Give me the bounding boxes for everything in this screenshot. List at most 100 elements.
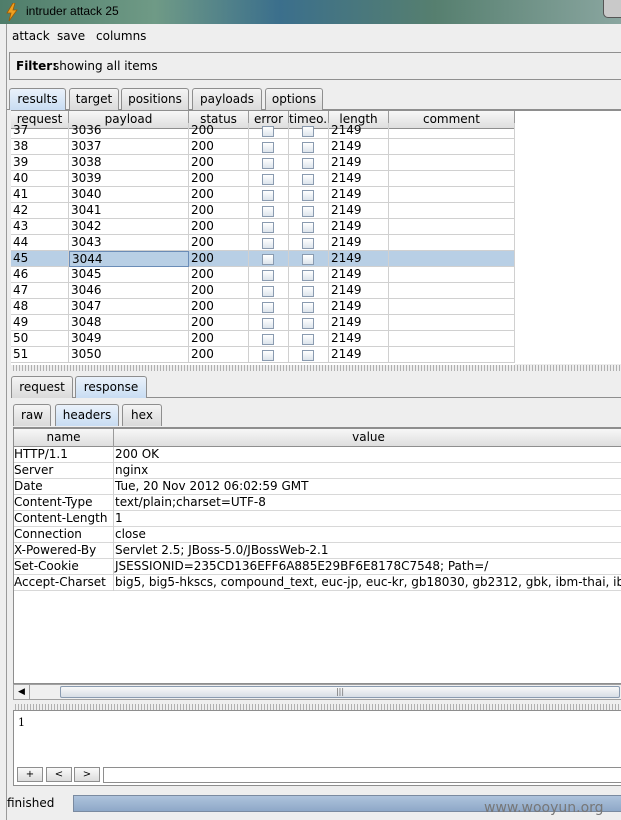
error-checkbox[interactable] (262, 254, 274, 265)
cell-comment (389, 155, 515, 171)
tab-payloads[interactable]: payloads (192, 88, 262, 110)
intruder-window: attack save columns Filter: showing all … (6, 24, 621, 820)
error-checkbox[interactable] (262, 174, 274, 185)
next-button[interactable]: > (74, 767, 100, 782)
timeout-checkbox[interactable] (302, 190, 314, 201)
previous-button[interactable]: < (46, 767, 72, 782)
cell-status: 200 (189, 331, 249, 347)
timeout-checkbox[interactable] (302, 286, 314, 297)
timeout-checkbox[interactable] (302, 302, 314, 313)
watermark-text: www.wooyun.org (484, 800, 604, 816)
title-bar: intruder attack 25 (0, 0, 621, 24)
tab-positions[interactable]: positions (121, 88, 189, 110)
error-checkbox[interactable] (262, 350, 274, 361)
error-checkbox[interactable] (262, 286, 274, 297)
header-row[interactable]: Date Tue, 20 Nov 2012 06:02:59 GMT (14, 479, 621, 495)
table-row[interactable]: 45 3044 200 2149 (11, 251, 515, 267)
cell-timeout (289, 187, 329, 203)
header-row[interactable]: HTTP/1.1 200 OK (14, 447, 621, 463)
timeout-checkbox[interactable] (302, 334, 314, 345)
col-value[interactable]: value (114, 429, 621, 447)
cell-timeout (289, 315, 329, 331)
horizontal-scrollbar[interactable]: ◀ ||| (13, 684, 621, 700)
add-button[interactable]: + (17, 767, 43, 782)
cell-timeout (289, 347, 329, 363)
cell-status: 200 (189, 187, 249, 203)
timeout-checkbox[interactable] (302, 206, 314, 217)
error-checkbox[interactable] (262, 222, 274, 233)
split-pane-divider[interactable] (11, 365, 621, 371)
col-name[interactable]: name (14, 429, 114, 447)
table-row[interactable]: 37 3036 200 2149 (11, 123, 515, 139)
header-row[interactable]: Server nginx (14, 463, 621, 479)
table-row[interactable]: 46 3045 200 2149 (11, 267, 515, 283)
header-row[interactable]: Content-Type text/plain;charset=UTF-8 (14, 495, 621, 511)
results-table[interactable]: request payload status error timeo... le… (11, 111, 515, 365)
header-row[interactable]: Connection close (14, 527, 621, 543)
header-name-text: HTTP/1.1 (14, 447, 68, 461)
window-close-button[interactable] (603, 0, 621, 18)
filter-bar[interactable]: Filter: showing all items (9, 52, 621, 80)
table-row[interactable]: 43 3042 200 2149 (11, 219, 515, 235)
error-checkbox[interactable] (262, 190, 274, 201)
table-row[interactable]: 51 3050 200 2149 (11, 347, 515, 363)
cell-status: 200 (189, 315, 249, 331)
tab-request[interactable]: request (11, 376, 73, 398)
table-row[interactable]: 41 3040 200 2149 (11, 187, 515, 203)
timeout-checkbox[interactable] (302, 142, 314, 153)
timeout-checkbox[interactable] (302, 350, 314, 361)
menu-attack[interactable]: attack (12, 29, 50, 43)
scroll-thumb[interactable]: ||| (60, 686, 620, 698)
tab-response[interactable]: response (75, 376, 147, 398)
header-row[interactable]: Content-Length 1 (14, 511, 621, 527)
error-checkbox[interactable] (262, 142, 274, 153)
table-row[interactable]: 42 3041 200 2149 (11, 203, 515, 219)
cell-comment (389, 139, 515, 155)
timeout-checkbox[interactable] (302, 254, 314, 265)
error-checkbox[interactable] (262, 238, 274, 249)
tab-raw[interactable]: raw (13, 404, 51, 426)
cell-status: 200 (189, 299, 249, 315)
tab-headers[interactable]: headers (55, 404, 119, 426)
tab-options[interactable]: options (265, 88, 323, 110)
timeout-checkbox[interactable] (302, 158, 314, 169)
table-row[interactable]: 49 3048 200 2149 (11, 315, 515, 331)
header-row[interactable]: Set-Cookie JSESSIONID=235CD136EFF6A885E29… (14, 559, 621, 575)
cell-payload: 3044 (69, 251, 189, 267)
scroll-left-arrow-icon[interactable]: ◀ (14, 685, 30, 699)
table-row[interactable]: 38 3037 200 2149 (11, 139, 515, 155)
error-checkbox[interactable] (262, 158, 274, 169)
error-checkbox[interactable] (262, 270, 274, 281)
filter-label: Filter: (16, 59, 58, 73)
timeout-checkbox[interactable] (302, 238, 314, 249)
tab-results[interactable]: results (9, 88, 66, 110)
header-row[interactable]: X-Powered-By Servlet 2.5; JBoss-5.0/JBoss… (14, 543, 621, 559)
error-checkbox[interactable] (262, 334, 274, 345)
timeout-checkbox[interactable] (302, 318, 314, 329)
cell-comment (389, 203, 515, 219)
table-row[interactable]: 40 3039 200 2149 (11, 171, 515, 187)
error-checkbox[interactable] (262, 206, 274, 217)
timeout-checkbox[interactable] (302, 126, 314, 137)
menu-columns[interactable]: columns (96, 29, 146, 43)
error-checkbox[interactable] (262, 302, 274, 313)
table-row[interactable]: 50 3049 200 2149 (11, 331, 515, 347)
table-row[interactable]: 44 3043 200 2149 (11, 235, 515, 251)
cell-request: 47 (11, 283, 69, 299)
table-row[interactable]: 48 3047 200 2149 (11, 299, 515, 315)
response-headers-table[interactable]: name value HTTP/1.1 200 OK Server nginx Date… (13, 428, 621, 684)
table-row[interactable]: 39 3038 200 2149 (11, 155, 515, 171)
error-checkbox[interactable] (262, 126, 274, 137)
timeout-checkbox[interactable] (302, 222, 314, 233)
cell-comment (389, 171, 515, 187)
menu-save[interactable]: save (57, 29, 85, 43)
timeout-checkbox[interactable] (302, 270, 314, 281)
cell-request: 46 (11, 267, 69, 283)
tab-target[interactable]: target (69, 88, 119, 110)
error-checkbox[interactable] (262, 318, 274, 329)
timeout-checkbox[interactable] (302, 174, 314, 185)
search-input[interactable] (103, 767, 621, 783)
table-row[interactable]: 47 3046 200 2149 (11, 283, 515, 299)
tab-hex[interactable]: hex (122, 404, 162, 426)
header-row[interactable]: Accept-Charset big5, big5-hkscs, compound… (14, 575, 621, 591)
